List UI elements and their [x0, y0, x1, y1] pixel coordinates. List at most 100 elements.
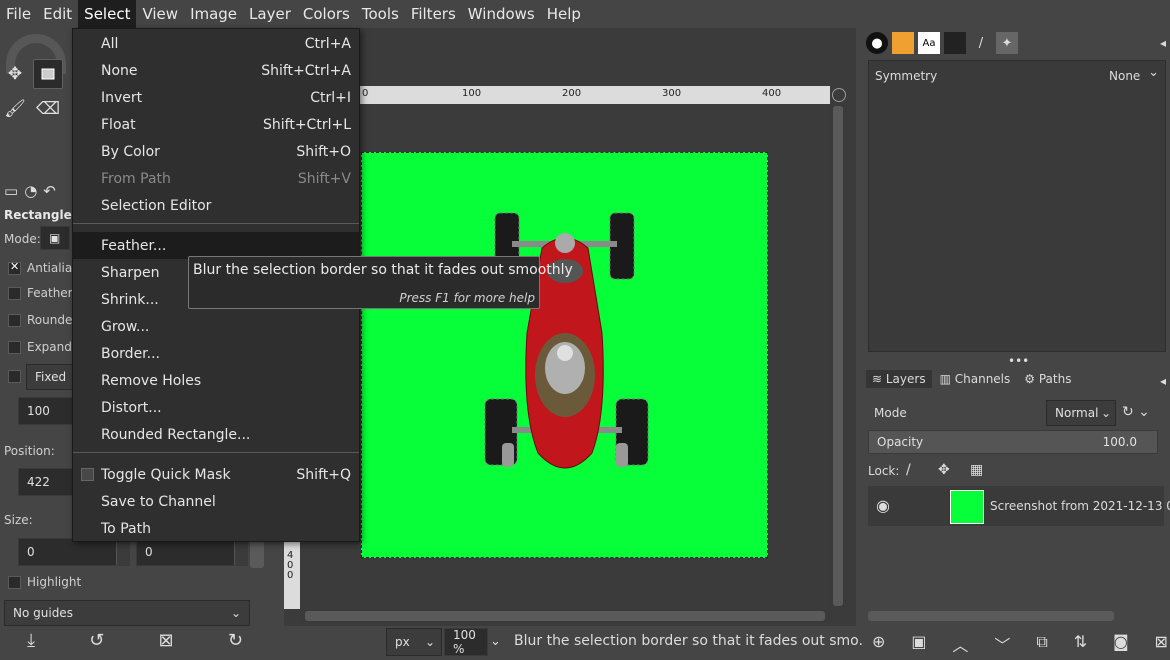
- quick-mask-checkbox[interactable]: [81, 468, 94, 481]
- menu-item-grow[interactable]: Grow...: [73, 313, 359, 340]
- menu-item-remove-holes[interactable]: Remove Holes: [73, 367, 359, 394]
- brushes-tab-icon[interactable]: ●: [866, 32, 888, 54]
- fonts-tab-icon[interactable]: Aa: [918, 32, 940, 54]
- unit-dropdown[interactable]: px ⌄: [386, 628, 442, 656]
- ruler-tick: 0: [362, 88, 369, 99]
- tab-layers[interactable]: ≋ Layers: [866, 370, 932, 388]
- menu-layer[interactable]: Layer: [243, 0, 297, 28]
- size-height-input[interactable]: 0: [136, 538, 248, 566]
- lock-alpha-icon[interactable]: ▦: [970, 462, 983, 478]
- symmetry-panel: Symmetry None ⌄: [868, 60, 1166, 352]
- rect-select-tool-icon[interactable]: [33, 59, 63, 89]
- dock-tab-bar: ● Aa / ✦: [862, 28, 1018, 58]
- menu-item-toggle-quick-mask[interactable]: Toggle Quick Mask Shift+Q: [73, 461, 359, 488]
- tab-channels[interactable]: ▥ Channels: [934, 370, 1017, 388]
- dock-menu-icon[interactable]: ◂: [1160, 36, 1166, 50]
- menu-item-float[interactable]: Float Shift+Ctrl+L: [73, 111, 359, 138]
- position-x-input[interactable]: 422: [18, 468, 74, 496]
- mode-replace-button[interactable]: ▣: [40, 226, 70, 250]
- fixed-value-input[interactable]: 100: [18, 397, 74, 425]
- chevron-down-icon[interactable]: ⌄: [490, 634, 501, 649]
- delete-layer-icon[interactable]: ⊠: [1155, 632, 1168, 656]
- symmetry-tab-icon[interactable]: ✦: [996, 32, 1018, 54]
- opacity-slider[interactable]: Opacity 100.0: [868, 430, 1158, 454]
- menu-edit[interactable]: Edit: [37, 0, 78, 28]
- layers-horizontal-scrollbar[interactable]: [868, 611, 1114, 621]
- delete-preset-icon[interactable]: ⊠: [159, 630, 174, 651]
- raise-layer-icon[interactable]: ︿: [952, 632, 968, 656]
- images-tab-icon[interactable]: [944, 32, 966, 54]
- menu-item-save-to-channel[interactable]: Save to Channel: [73, 488, 359, 515]
- duplicate-layer-icon[interactable]: ⧉: [1036, 632, 1047, 656]
- zoom-input[interactable]: 100 %: [444, 628, 488, 656]
- merge-layer-icon[interactable]: ⇅: [1074, 632, 1087, 656]
- menu-view[interactable]: View: [136, 0, 184, 28]
- move-tool-icon[interactable]: ✥: [0, 59, 30, 89]
- layer-row[interactable]: ◉ Screenshot from 2021-12-13 07-: [868, 486, 1170, 526]
- menu-file[interactable]: File: [0, 0, 37, 28]
- symmetry-value[interactable]: None: [1109, 69, 1140, 83]
- menu-help[interactable]: Help: [541, 0, 587, 28]
- lower-layer-icon[interactable]: ﹀: [994, 632, 1010, 656]
- menu-item-selection-editor[interactable]: Selection Editor: [73, 192, 359, 219]
- menu-colors[interactable]: Colors: [297, 0, 356, 28]
- eraser-tool-icon[interactable]: ⌫: [33, 94, 63, 124]
- chevron-down-icon: ⌄: [424, 635, 435, 649]
- expand-from-center-checkbox[interactable]: [8, 341, 21, 354]
- menu-filters[interactable]: Filters: [405, 0, 462, 28]
- menu-windows[interactable]: Windows: [462, 0, 541, 28]
- size-height-spinner[interactable]: [234, 539, 248, 565]
- patterns-tab-icon[interactable]: [892, 32, 914, 54]
- lock-pixels-icon[interactable]: /: [906, 462, 911, 478]
- menu-item-all[interactable]: All Ctrl+A: [73, 30, 359, 57]
- menu-item-distort[interactable]: Distort...: [73, 394, 359, 421]
- highlight-checkbox[interactable]: [8, 576, 21, 589]
- size-width-input[interactable]: 0: [18, 538, 130, 566]
- paintbrush-tool-icon[interactable]: 🖌: [0, 94, 30, 124]
- layer-mode-reset-icon[interactable]: ↻ ⌄: [1122, 404, 1150, 420]
- menu-image[interactable]: Image: [184, 0, 243, 28]
- dock-menu-icon[interactable]: ◂: [1160, 374, 1166, 388]
- tool-options-scrollbar[interactable]: [250, 538, 264, 568]
- size-label: Size:: [4, 513, 33, 527]
- horizontal-ruler[interactable]: 0 100 200 300 400: [360, 86, 830, 104]
- size-width-spinner[interactable]: [116, 539, 130, 565]
- fixed-dropdown[interactable]: Fixed: [26, 364, 76, 390]
- new-layer-group-icon[interactable]: ▣: [911, 632, 926, 656]
- reset-icon[interactable]: ↻: [228, 630, 243, 651]
- menu-item-none[interactable]: None Shift+Ctrl+A: [73, 57, 359, 84]
- menu-item-by-color[interactable]: By Color Shift+O: [73, 138, 359, 165]
- save-preset-icon[interactable]: ⤓: [27, 630, 35, 651]
- mode-label: Mode:: [4, 232, 41, 246]
- canvas-horizontal-scrollbar[interactable]: [300, 609, 830, 623]
- menu-item-feather[interactable]: Feather...: [73, 232, 359, 259]
- feather-edges-checkbox[interactable]: [8, 287, 21, 300]
- fixed-checkbox[interactable]: [8, 370, 21, 383]
- add-mask-icon[interactable]: ◙: [1113, 632, 1129, 656]
- new-layer-icon[interactable]: ⊕: [872, 632, 885, 656]
- canvas-vertical-scrollbar[interactable]: [831, 104, 845, 609]
- lock-position-icon[interactable]: ✥: [938, 462, 950, 478]
- menu-item-to-path[interactable]: To Path: [73, 515, 359, 542]
- menu-tools[interactable]: Tools: [356, 0, 405, 28]
- restore-preset-icon[interactable]: ↺: [89, 630, 104, 651]
- layer-mode-dropdown[interactable]: Normal ⌄: [1046, 400, 1116, 426]
- tab-paths[interactable]: ⚙ Paths: [1018, 370, 1077, 388]
- menu-item-invert[interactable]: Invert Ctrl+I: [73, 84, 359, 111]
- antialias-checkbox[interactable]: [8, 260, 21, 275]
- layer-mode-value: Normal: [1055, 406, 1099, 420]
- undo-history-tab-icon[interactable]: ↶: [43, 182, 56, 200]
- navigate-icon[interactable]: [832, 88, 846, 102]
- menu-item-rounded-rectangle[interactable]: Rounded Rectangle...: [73, 421, 359, 448]
- paint-dynamics-tab-icon[interactable]: /: [970, 32, 992, 54]
- device-status-tab-icon[interactable]: ◔: [24, 182, 37, 200]
- rounded-corners-checkbox[interactable]: [8, 314, 21, 327]
- menu-select[interactable]: Select: [78, 0, 137, 28]
- image-canvas[interactable]: [361, 152, 768, 558]
- tool-options-tab-icon[interactable]: ▭: [4, 182, 18, 200]
- menu-item-border[interactable]: Border...: [73, 340, 359, 367]
- chevron-down-icon[interactable]: ⌄: [1148, 65, 1159, 80]
- highlight-label: Highlight: [27, 575, 82, 589]
- visibility-eye-icon[interactable]: ◉: [876, 496, 890, 515]
- chevron-down-icon: ⌄: [230, 606, 241, 620]
